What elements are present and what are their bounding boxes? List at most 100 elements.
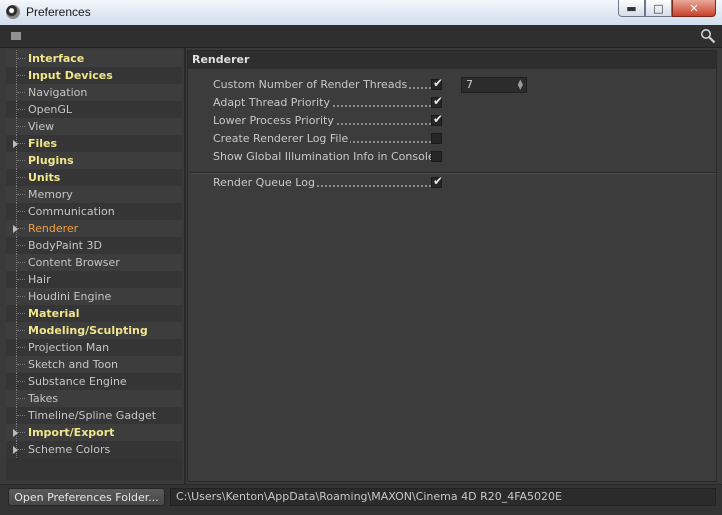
option-checkbox[interactable]: ✔	[431, 112, 444, 126]
tree-item-houdini-engine[interactable]: Houdini Engine	[6, 288, 182, 305]
option-row-custom-number-of-render-threads: Custom Number of Render Threads ✔	[188, 77, 716, 93]
tree-branch-line	[16, 254, 27, 271]
category-tree: Interface Input Devices Navigation OpenGL Vi…	[6, 50, 182, 480]
tree-item-hair[interactable]: Hair	[6, 271, 182, 288]
tree-branch-line	[16, 390, 27, 407]
option-checkbox[interactable]: ✔	[431, 77, 443, 90]
check-icon: ✔	[433, 112, 444, 126]
tree-item-bodypaint-3d[interactable]: BodyPaint 3D	[6, 237, 182, 254]
render-queue-log-checkbox[interactable]: ✔	[431, 174, 444, 188]
maximize-button[interactable]: □	[645, 0, 672, 17]
stepper-arrows-icon[interactable]: ▲ ▼	[518, 79, 523, 91]
tree-branch-line	[16, 305, 27, 322]
option-row-create-renderer-log-file: Create Renderer Log File	[188, 131, 716, 147]
panel-splitter[interactable]	[184, 48, 186, 484]
tree-branch-line	[16, 271, 27, 288]
section-header: Renderer	[188, 51, 716, 69]
tree-item-import-export[interactable]: Import/Export	[6, 424, 182, 441]
tree-branch-line	[16, 118, 27, 135]
expand-arrow-icon[interactable]	[13, 225, 18, 233]
section-divider	[190, 172, 716, 174]
option-label: Lower Process Priority	[213, 113, 431, 129]
option-label: Render Queue Log	[213, 175, 431, 191]
tree-branch-line	[16, 373, 27, 390]
tree-item-label: Sketch and Toon	[28, 358, 119, 371]
tree-branch-line	[16, 67, 27, 84]
tree-item-label: Houdini Engine	[28, 290, 112, 303]
tree-item-label: Takes	[28, 392, 59, 405]
tree-item-plugins[interactable]: Plugins	[6, 152, 182, 169]
option-checkbox[interactable]	[431, 133, 442, 144]
title-bar[interactable]: Preferences ▬ □ ✕	[0, 0, 722, 26]
tree-item-substance-engine[interactable]: Substance Engine	[6, 373, 182, 390]
tree-item-memory[interactable]: Memory	[6, 186, 182, 203]
tree-item-files[interactable]: Files	[6, 135, 182, 152]
option-checkbox[interactable]: ✔	[431, 94, 444, 108]
tree-branch-line	[16, 50, 27, 67]
option-label: Custom Number of Render Threads	[213, 77, 431, 93]
open-preferences-folder-button[interactable]: Open Preferences Folder...	[8, 488, 165, 506]
tree-item-view[interactable]: View	[6, 118, 182, 135]
check-icon: ✔	[433, 174, 444, 188]
tree-item-label: Input Devices	[28, 69, 113, 82]
expand-arrow-icon[interactable]	[13, 446, 18, 454]
tree-item-renderer[interactable]: Renderer	[6, 220, 182, 237]
tree-item-label: Memory	[28, 188, 73, 201]
tree-branch-line	[16, 288, 27, 305]
tree-item-input-devices[interactable]: Input Devices	[6, 67, 182, 84]
search-icon[interactable]	[700, 28, 716, 44]
tree-branch-line	[16, 339, 27, 356]
tree-item-opengl[interactable]: OpenGL	[6, 101, 182, 118]
check-icon: ✔	[433, 94, 444, 108]
tree-item-label: Material	[28, 307, 80, 320]
tree-branch-line	[16, 101, 27, 118]
option-checkbox[interactable]	[431, 151, 442, 162]
tree-item-modeling-sculpting[interactable]: Modeling/Sculpting	[6, 322, 182, 339]
minimize-button[interactable]: ▬	[618, 0, 645, 17]
tree-item-communication[interactable]: Communication	[6, 203, 182, 220]
tree-item-scheme-colors[interactable]: Scheme Colors	[6, 441, 182, 458]
tree-item-label: View	[28, 120, 55, 133]
option-row-adapt-thread-priority: Adapt Thread Priority ✔	[188, 95, 716, 111]
tree-item-label: Modeling/Sculpting	[28, 324, 148, 337]
tree-item-label: Units	[28, 171, 61, 184]
preferences-path-field[interactable]: C:\Users\Kenton\AppData\Roaming\MAXON\Ci…	[170, 488, 716, 506]
option-label: Show Global Illumination Info in Console	[213, 149, 431, 165]
tree-branch-line	[16, 356, 27, 373]
option-row-show-global-illumination-info-in-console: Show Global Illumination Info in Console	[188, 149, 716, 165]
render-threads-input[interactable]: 7 ▲ ▼	[461, 77, 527, 93]
tree-item-material[interactable]: Material	[6, 305, 182, 322]
tree-branch-line	[16, 203, 27, 220]
maximize-icon: □	[653, 1, 664, 15]
close-icon: ✕	[689, 1, 699, 15]
tree-item-units[interactable]: Units	[6, 169, 182, 186]
window-title: Preferences	[26, 5, 91, 19]
tree-item-navigation[interactable]: Navigation	[6, 84, 182, 101]
tree-branch-line	[16, 186, 27, 203]
tree-item-content-browser[interactable]: Content Browser	[6, 254, 182, 271]
tree-branch-line	[16, 84, 27, 101]
tree-branch-line	[16, 322, 27, 339]
tree-item-takes[interactable]: Takes	[6, 390, 182, 407]
tree-item-label: Renderer	[28, 222, 79, 235]
option-row-lower-process-priority: Lower Process Priority ✔	[188, 113, 716, 129]
render-threads-value: 7	[466, 78, 473, 91]
preferences-window: Preferences ▬ □ ✕ Interface Input Devices…	[0, 0, 722, 515]
close-button[interactable]: ✕	[672, 0, 716, 17]
renderer-settings-panel: Renderer Custom Number of Render Threads…	[187, 50, 717, 482]
grip-icon[interactable]	[11, 32, 21, 40]
tree-item-label: BodyPaint 3D	[28, 239, 102, 252]
tree-item-timeline-spline-gadget[interactable]: Timeline/Spline Gadget	[6, 407, 182, 424]
option-label: Adapt Thread Priority	[213, 95, 431, 111]
tree-item-label: Hair	[28, 273, 51, 286]
tree-item-label: Projection Man	[28, 341, 110, 354]
cinema4d-app-icon	[6, 5, 20, 19]
tree-item-sketch-and-toon[interactable]: Sketch and Toon	[6, 356, 182, 373]
expand-arrow-icon[interactable]	[13, 429, 18, 437]
expand-arrow-icon[interactable]	[13, 140, 18, 148]
tree-item-label: OpenGL	[28, 103, 73, 116]
tree-item-label: Files	[28, 137, 58, 150]
tree-item-interface[interactable]: Interface	[6, 50, 182, 67]
tree-item-projection-man[interactable]: Projection Man	[6, 339, 182, 356]
tree-item-label: Timeline/Spline Gadget	[28, 409, 157, 422]
